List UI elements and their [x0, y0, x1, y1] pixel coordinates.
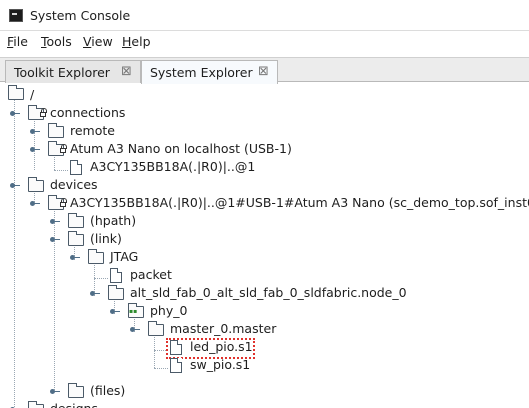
tree-node-device-instance[interactable]: A3CY135BB18A(.|R0)|..@1#USB-1#Atum A3 Na… — [0, 194, 529, 212]
tree-node-led-pio[interactable]: led_pio.s1 — [0, 338, 529, 356]
phy-badge-icon: ▪▪ — [129, 308, 138, 315]
menu-help[interactable]: Help — [122, 34, 151, 49]
folder-icon — [88, 249, 104, 264]
tree-node-files[interactable]: (files) — [0, 382, 529, 400]
title-bar: System Console — [0, 0, 529, 31]
expand-handle-icon[interactable] — [90, 288, 100, 297]
tree-node-designs[interactable]: designs — [0, 400, 529, 408]
tree-node-sld-fabric[interactable]: alt_sld_fab_0_alt_sld_fab_0_sldfabric.no… — [0, 284, 529, 302]
tab-system-explorer[interactable]: System Explorer ⊠ — [141, 60, 278, 84]
menu-tools[interactable]: Tools — [41, 34, 72, 49]
folder-icon — [68, 383, 84, 398]
expand-handle-icon[interactable] — [30, 198, 40, 207]
tree-node-hpath[interactable]: (hpath) — [0, 212, 529, 230]
tab-toolkit-explorer[interactable]: Toolkit Explorer ⊠ — [5, 60, 141, 83]
collapse-handle-icon[interactable] — [50, 386, 60, 395]
tree-node-master[interactable]: master_0.master — [0, 320, 529, 338]
tree-node-packet[interactable]: packet — [0, 266, 529, 284]
folder-icon — [48, 123, 64, 138]
close-tab-icon[interactable]: ⊠ — [258, 64, 269, 79]
menu-bar: File Tools View Help — [0, 31, 529, 55]
console-icon — [9, 9, 23, 22]
tree-node-atum-connection[interactable]: Atum A3 Nano on localhost (USB-1) — [0, 140, 529, 158]
lock-icon — [60, 144, 67, 153]
lock-icon — [60, 198, 67, 207]
tree-node-atum-device-link[interactable]: A3CY135BB18A(.|R0)|..@1 — [0, 158, 529, 176]
file-icon — [170, 358, 182, 373]
menu-file[interactable]: File — [7, 34, 28, 49]
lock-icon — [40, 108, 47, 117]
collapse-handle-icon[interactable] — [30, 126, 40, 135]
file-icon — [110, 268, 122, 283]
expand-handle-icon[interactable] — [110, 306, 120, 315]
tree-node-phy[interactable]: ▪▪ phy_0 — [0, 302, 529, 320]
tree-node-link[interactable]: (link) — [0, 230, 529, 248]
tree-node-sw-pio[interactable]: sw_pio.s1 — [0, 356, 529, 374]
system-tree: / connections remote Atum A3 Nano on loc… — [0, 84, 529, 408]
folder-icon — [148, 321, 164, 336]
tree-node-connections[interactable]: connections — [0, 104, 529, 122]
folder-icon — [68, 213, 84, 228]
expand-handle-icon[interactable] — [50, 234, 60, 243]
expand-handle-icon[interactable] — [70, 252, 80, 261]
tree-node-devices[interactable]: devices — [0, 176, 529, 194]
folder-icon — [8, 85, 24, 100]
tree-node-jtag[interactable]: JTAG — [0, 248, 529, 266]
expand-handle-icon[interactable] — [10, 108, 20, 117]
expand-handle-icon[interactable] — [30, 144, 40, 153]
tab-bar: Toolkit Explorer ⊠ System Explorer ⊠ — [0, 57, 529, 84]
tree-node-root[interactable]: / — [0, 85, 529, 104]
folder-icon — [28, 401, 44, 408]
folder-icon — [28, 177, 44, 192]
window-title: System Console — [30, 8, 131, 23]
expand-handle-icon[interactable] — [10, 180, 20, 189]
menu-view[interactable]: View — [83, 34, 113, 49]
collapse-handle-icon[interactable] — [10, 404, 19, 408]
expand-handle-icon[interactable] — [130, 324, 140, 333]
close-tab-icon[interactable]: ⊠ — [121, 64, 132, 79]
folder-icon — [108, 285, 124, 300]
collapse-handle-icon[interactable] — [50, 216, 60, 225]
tree-node-remote[interactable]: remote — [0, 122, 529, 140]
file-icon — [70, 160, 82, 175]
folder-icon — [68, 231, 84, 246]
